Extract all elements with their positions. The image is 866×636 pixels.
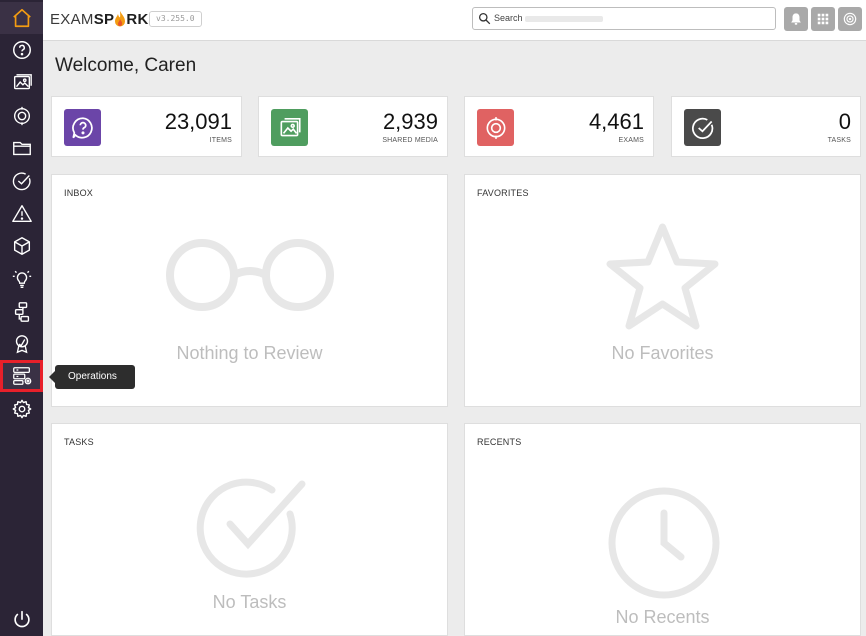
sidebar [0,0,43,636]
stat-value: 23,091 [164,109,232,134]
stat-card-shared-media[interactable]: 2,939 SHARED MEDIA [258,96,448,157]
sidebar-item-certificates[interactable] [0,328,43,360]
logo-exam-text: EXAM [50,10,94,28]
sidebar-item-folders[interactable] [0,132,43,164]
items-icon-tile [64,109,101,146]
target-icon [13,106,30,126]
glasses-icon [166,239,334,311]
check-circle-icon [12,172,31,191]
empty-state-text: No Favorites [611,343,714,363]
star-icon [606,223,719,330]
stat-label: TASKS [827,137,851,144]
search-placeholder: Search [494,13,523,23]
sidebar-item-tasks[interactable] [0,165,43,197]
cube-icon [13,237,30,255]
clock-icon [608,487,720,599]
empty-state-text: No Recents [615,607,710,627]
stat-label: ITEMS [209,137,232,144]
logo-rk-text: RK [126,10,149,28]
sidebar-item-home[interactable] [0,2,43,34]
tasks-panel: TASKS No Tasks [51,423,448,636]
apps-button[interactable] [811,7,835,31]
warning-icon [11,205,32,223]
sidebar-tooltip: Operations [49,365,135,389]
award-icon [15,335,28,354]
stat-label: SHARED MEDIA [382,137,438,144]
notifications-button[interactable] [784,7,808,31]
home-icon [12,8,31,28]
stat-card-exams[interactable]: 4,461 EXAMS [464,96,654,157]
recents-panel: RECENTS No Recents [464,423,861,636]
operations-icon [12,367,31,385]
flame-icon [115,11,126,27]
search-icon [478,12,491,25]
power-icon [13,610,30,628]
sidebar-item-exams[interactable] [0,100,43,132]
media-icon-tile [271,109,308,146]
panel-title: TASKS [64,437,94,447]
gear-icon [12,399,31,419]
bell-icon [791,13,801,25]
stat-card-items[interactable]: 23,091 ITEMS [51,96,242,157]
sidebar-item-settings[interactable] [0,393,43,425]
stat-label: EXAMS [618,137,644,144]
logo-sp-text: SP [93,10,115,28]
apps-grid-icon [817,13,829,25]
exams-icon-tile [477,109,514,146]
panel-title: FAVORITES [477,188,529,198]
sidebar-item-alerts[interactable] [0,198,43,230]
panel-title: RECENTS [477,437,522,447]
lightbulb-icon [12,270,31,288]
user-menu-button[interactable] [838,7,862,31]
empty-state-text: No Tasks [212,592,287,612]
sidebar-item-media[interactable] [0,67,43,99]
check-circle-icon [196,478,306,578]
question-bubble-icon [71,116,93,139]
top-header: EXAM SP RK v3.255.0 Search [43,0,866,41]
folder-icon [12,141,31,156]
media-icon [280,117,301,136]
stat-value: 4,461 [588,109,644,134]
page-title: Welcome, Caren [55,55,197,76]
version-badge: v3.255.0 [149,11,202,27]
power-button[interactable] [0,604,43,636]
stat-value: 0 [838,109,851,134]
panel-title: INBOX [64,188,94,198]
check-circle-icon [691,117,713,139]
empty-state-text: Nothing to Review [176,343,323,363]
media-icon [13,74,32,90]
favorites-panel: FAVORITES No Favorites [464,174,861,407]
examspark-logo[interactable]: EXAM SP RK [50,10,149,28]
sidebar-item-operations[interactable] [0,360,43,392]
target-icon [486,116,505,139]
workflow-icon [14,302,29,322]
stat-card-tasks[interactable]: 0 TASKS [671,96,861,157]
sidebar-item-items[interactable] [0,34,43,66]
question-bubble-icon [12,41,31,59]
sidebar-item-packages[interactable] [0,230,43,262]
sidebar-item-workflow[interactable] [0,296,43,328]
search-text-redacted [525,16,603,22]
sidebar-item-ideas[interactable] [0,263,43,295]
tasks-icon-tile [684,109,721,146]
stat-value: 2,939 [382,109,438,134]
search-input[interactable]: Search [472,7,776,30]
user-avatar-icon [843,12,857,26]
